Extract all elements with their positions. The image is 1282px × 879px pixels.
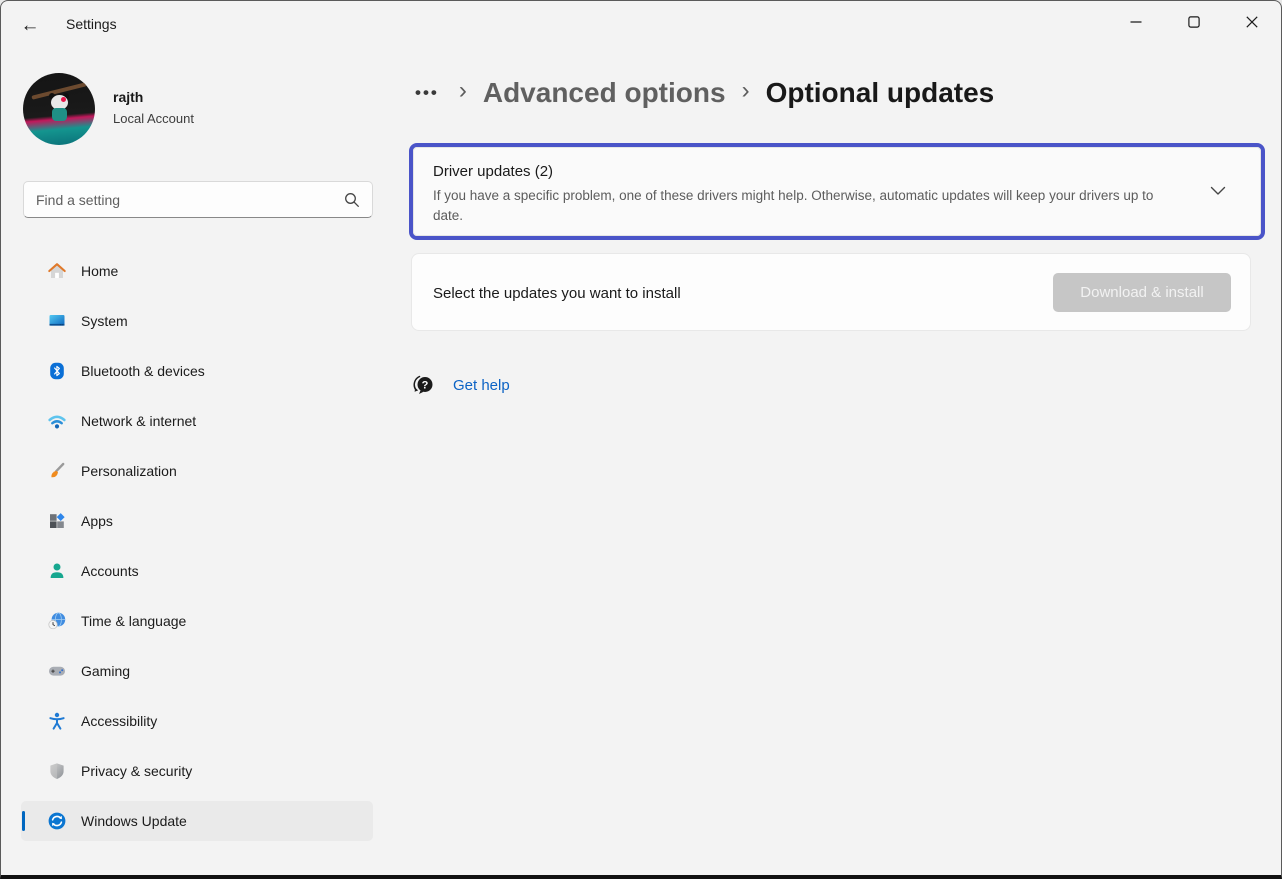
sidebar-item-label: Accounts	[81, 563, 139, 579]
sidebar-item-label: Time & language	[81, 613, 186, 629]
sidebar-item-label: Apps	[81, 513, 113, 529]
personalization-icon	[47, 461, 67, 481]
back-button[interactable]: ←	[11, 9, 49, 43]
page-title: Optional updates	[766, 77, 995, 109]
driver-updates-highlight-box: Driver updates (2) If you have a specifi…	[409, 143, 1265, 240]
minimize-icon	[1130, 16, 1142, 28]
maximize-button[interactable]	[1165, 1, 1223, 43]
window-controls	[1107, 1, 1281, 43]
sidebar-item-bluetooth-devices[interactable]: Bluetooth & devices	[21, 351, 373, 391]
select-updates-label: Select the updates you want to install	[433, 285, 681, 302]
driver-updates-expander[interactable]: Driver updates (2) If you have a specifi…	[413, 147, 1261, 236]
breadcrumb-overflow-button[interactable]: •••	[411, 83, 443, 103]
get-help-icon: ?	[409, 371, 437, 399]
sidebar-item-windows-update[interactable]: Windows Update	[21, 801, 373, 841]
sidebar-item-privacy-security[interactable]: Privacy & security	[21, 751, 373, 791]
sidebar-item-apps[interactable]: Apps	[21, 501, 373, 541]
sidebar-item-accessibility[interactable]: Accessibility	[21, 701, 373, 741]
sidebar-item-personalization[interactable]: Personalization	[21, 451, 373, 491]
sidebar-item-network-internet[interactable]: Network & internet	[21, 401, 373, 441]
search-box	[23, 181, 373, 218]
profile-account-type: Local Account	[113, 111, 194, 126]
sidebar-item-label: Privacy & security	[81, 763, 192, 779]
home-icon	[47, 261, 67, 281]
close-button[interactable]	[1223, 1, 1281, 43]
sidebar-item-label: Windows Update	[81, 813, 187, 829]
sidebar-item-gaming[interactable]: Gaming	[21, 651, 373, 691]
titlebar: ← Settings	[1, 1, 1281, 49]
select-updates-card: Select the updates you want to install D…	[411, 253, 1251, 331]
sidebar-item-system[interactable]: System	[21, 301, 373, 341]
sidebar-item-accounts[interactable]: Accounts	[21, 551, 373, 591]
time-language-icon	[47, 611, 67, 631]
chevron-right-icon: ›	[742, 77, 750, 109]
driver-updates-description: If you have a specific problem, one of t…	[433, 186, 1168, 226]
search-icon	[343, 191, 361, 209]
windows-update-icon	[47, 811, 67, 831]
user-avatar	[23, 73, 95, 145]
download-install-button[interactable]: Download & install	[1053, 273, 1231, 312]
settings-window: ← Settings rajth Local Account	[0, 0, 1282, 879]
svg-text:?: ?	[422, 380, 429, 392]
get-help-row: ? Get help	[409, 371, 510, 399]
privacy-security-icon	[47, 761, 67, 781]
maximize-icon	[1188, 16, 1200, 28]
minimize-button[interactable]	[1107, 1, 1165, 43]
chevron-down-icon[interactable]	[1210, 186, 1226, 196]
back-arrow-icon: ←	[21, 15, 40, 37]
sidebar-item-label: Personalization	[81, 463, 177, 479]
driver-updates-title: Driver updates (2)	[433, 163, 553, 180]
get-help-link[interactable]: Get help	[453, 377, 510, 394]
chevron-right-icon: ›	[459, 77, 467, 109]
apps-icon	[47, 511, 67, 531]
sidebar-item-label: Network & internet	[81, 413, 196, 429]
main-content: ••• › Advanced options › Optional update…	[391, 49, 1281, 875]
gaming-icon	[47, 661, 67, 681]
bluetooth-icon	[47, 361, 67, 381]
close-icon	[1246, 16, 1258, 28]
search-input[interactable]	[24, 182, 372, 217]
sidebar-item-label: Gaming	[81, 663, 130, 679]
sidebar-item-label: Accessibility	[81, 713, 157, 729]
sidebar-item-label: System	[81, 313, 128, 329]
breadcrumb-advanced-options[interactable]: Advanced options	[483, 77, 726, 109]
network-icon	[47, 411, 67, 431]
sidebar-item-label: Home	[81, 263, 118, 279]
sidebar-item-label: Bluetooth & devices	[81, 363, 205, 379]
sidebar-item-home[interactable]: Home	[21, 251, 373, 291]
window-title: Settings	[66, 16, 117, 32]
accounts-icon	[47, 561, 67, 581]
breadcrumb: ••• › Advanced options › Optional update…	[411, 71, 994, 115]
sidebar-nav: Home System Bluetooth & devices	[21, 251, 373, 851]
sidebar-item-time-language[interactable]: Time & language	[21, 601, 373, 641]
sidebar: rajth Local Account Home	[1, 49, 391, 875]
profile-name: rajth	[113, 89, 143, 105]
system-icon	[47, 311, 67, 331]
accessibility-icon	[47, 711, 67, 731]
